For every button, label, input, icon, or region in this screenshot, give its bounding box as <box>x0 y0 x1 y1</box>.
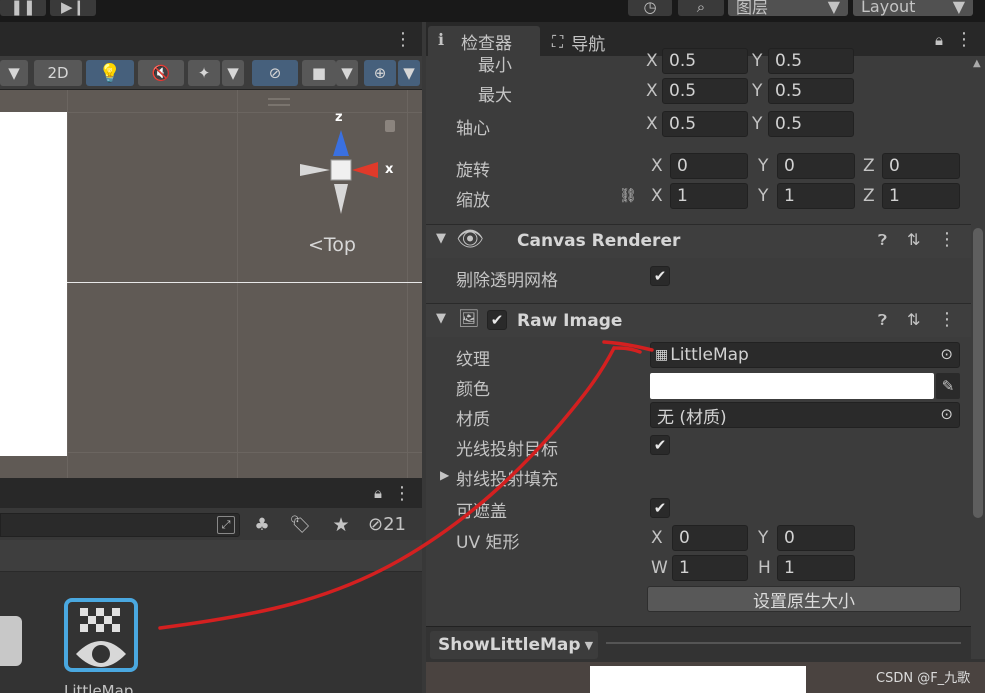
annotation-arrow <box>158 340 654 630</box>
